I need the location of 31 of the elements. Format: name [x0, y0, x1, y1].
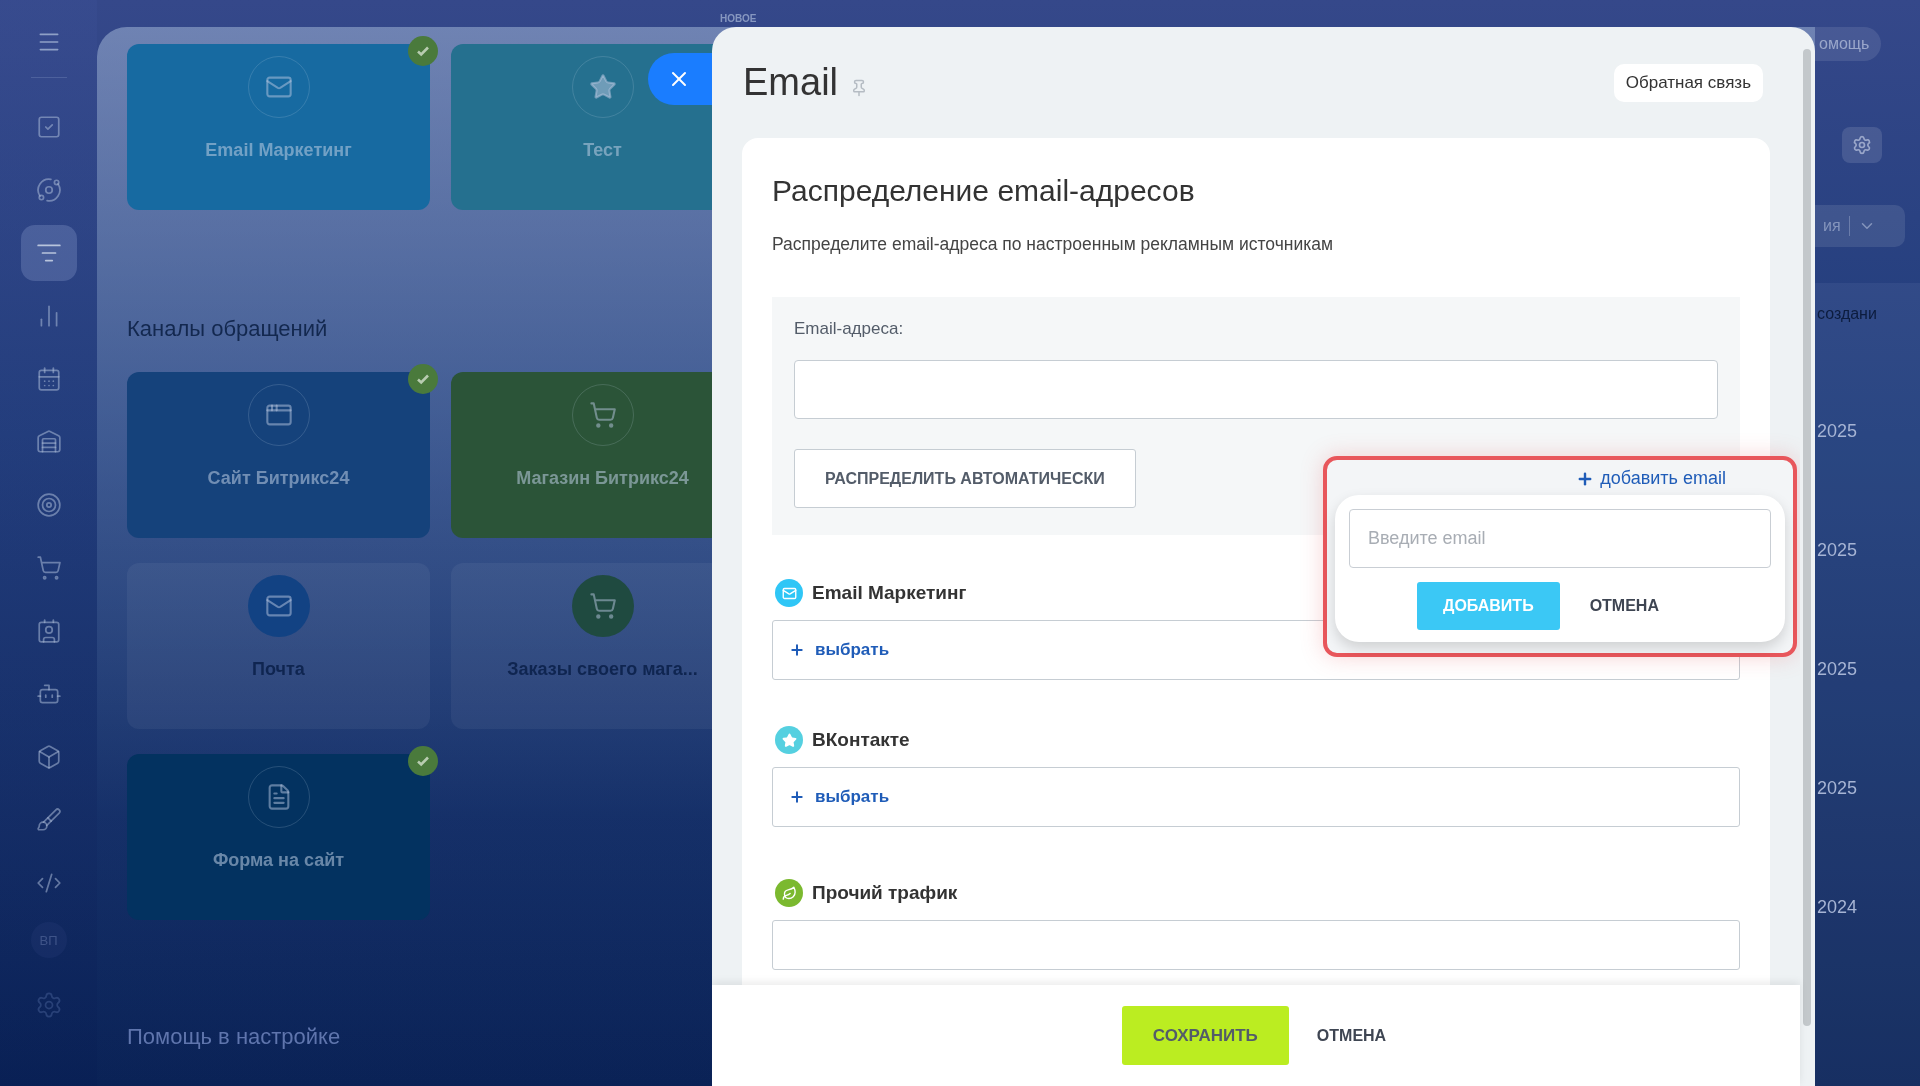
source-name: Прочий трафик [812, 882, 958, 904]
section-heading: Каналы обращений [127, 316, 328, 342]
source-name: ВКонтакте [812, 729, 910, 751]
field-label: Email-адреса: [794, 319, 905, 339]
date-cell-text: 2025 [1816, 540, 1858, 561]
source-name: Email Маркетинг [812, 582, 967, 604]
select-link[interactable]: выбрать [789, 787, 890, 807]
auto-distribute-button[interactable]: РАСПРЕДЕЛИТЬ АВТОМАТИЧЕСКИ [794, 449, 1136, 508]
source-field[interactable]: выбрать [772, 767, 1740, 827]
date-cell-text: 2024 [1816, 897, 1858, 918]
add-email-link[interactable]: добавить email [1576, 468, 1726, 489]
date-cell-text: 2025 [1816, 659, 1858, 680]
cancel-button[interactable]: ОТМЕНА [1585, 593, 1663, 619]
card-title: Распределение email-адресов [772, 174, 1196, 208]
feedback-button[interactable]: Обратная связь [1613, 63, 1763, 102]
new-label: НОВОЕ [720, 13, 757, 24]
save-button[interactable]: СОХРАНИТЬ [1121, 1006, 1289, 1065]
channel-tile[interactable]: Форма на сайт [127, 754, 430, 920]
column-header: создани [1816, 305, 1877, 323]
help-button[interactable]: омощь [1815, 27, 1882, 61]
date-cell-text: 2025 [1816, 421, 1858, 442]
channel-tile[interactable]: Сайт Битрикс24 [127, 372, 430, 538]
card-description: Распределите email-адреса по настроенным рекламным источникам [772, 234, 1334, 255]
cancel-button[interactable]: ОТМЕНА [1312, 1022, 1391, 1049]
select-link[interactable]: выбрать [789, 640, 890, 660]
add-button[interactable]: ДОБАВИТЬ [1417, 582, 1560, 630]
view-dropdown[interactable]: ия [1815, 205, 1905, 247]
channel-tile[interactable]: Email Маркетинг [127, 44, 430, 210]
date-cell-text: 2025 [1816, 778, 1858, 799]
email-input[interactable]: Введите email [1349, 509, 1771, 568]
section-heading: Помощь в настройке [127, 1024, 341, 1050]
